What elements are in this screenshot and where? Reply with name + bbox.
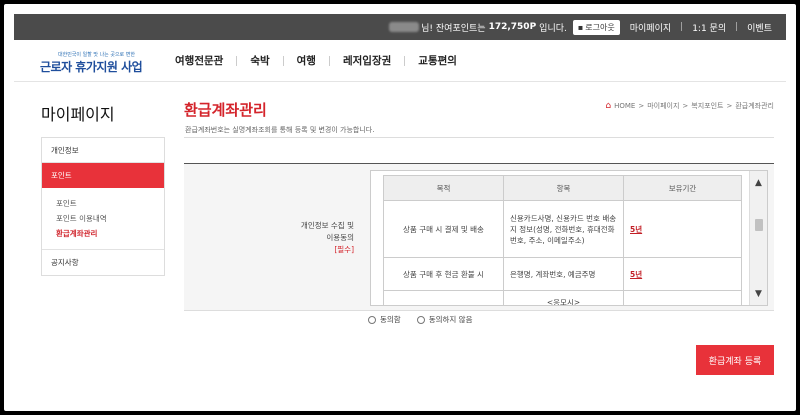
sidebar-subitem-points[interactable]: 포인트 xyxy=(56,198,164,209)
gnb-menu: 여행전문관 숙박 여행 레저입장권 교통편의 xyxy=(162,53,470,68)
logout-button[interactable]: ▪ 로그아웃 xyxy=(572,19,620,35)
chevron-up-icon[interactable]: ▲ xyxy=(750,174,767,191)
table-cell-purpose xyxy=(383,290,504,305)
agree-radio[interactable] xyxy=(368,315,376,324)
event-link[interactable]: 이벤트 xyxy=(747,21,772,34)
breadcrumb-mypage[interactable]: 마이페이지 xyxy=(647,101,679,111)
register-refund-account-button[interactable]: 환급계좌 등록 xyxy=(696,345,774,375)
greeting-text: 님! 잔여포인트는 xyxy=(421,23,486,34)
consent-label-line2: 이용동의 xyxy=(326,232,354,242)
lock-icon: ▪ xyxy=(577,22,584,32)
masked-username xyxy=(389,22,420,32)
required-badge: [필수] xyxy=(334,244,354,254)
privacy-consent-section: 개인정보 수집 및 이용동의 [필수] 목적 항목 보유기간 상품 구매 시 결… xyxy=(184,164,774,311)
consent-table: 목적 항목 보유기간 상품 구매 시 결제 및 배송 신용카드사명, 신용카드 … xyxy=(383,175,742,305)
page-description: 환급계좌번호는 실명계좌조회를 통해 등록 및 변경이 가능합니다. xyxy=(185,126,375,134)
page-title: 환급계좌관리 xyxy=(184,101,267,119)
mypage-link[interactable]: 마이페이지 xyxy=(630,21,671,34)
table-cell-period xyxy=(623,290,742,305)
divider xyxy=(184,137,774,138)
divider: | xyxy=(680,22,684,32)
column-header-items: 항목 xyxy=(503,175,624,201)
column-header-period: 보유기간 xyxy=(623,175,742,201)
consent-radio-group: 동의함 동의하지 않음 xyxy=(368,314,485,325)
sidebar-submenu: 포인트 포인트 이용내역 환급계좌관리 xyxy=(42,188,164,250)
consent-label: 개인정보 수집 및 이용동의 [필수] xyxy=(184,164,360,311)
logo-name: 근로자 휴가지원 사업 xyxy=(40,59,143,74)
points-balance: 172,750P xyxy=(488,22,537,32)
table-cell-items: 은행명, 계좌번호, 예금주명 xyxy=(503,257,624,291)
chevron-right-icon: > xyxy=(638,102,645,110)
nav-item-transport[interactable]: 교통편의 xyxy=(405,53,470,68)
breadcrumb: ⌂ HOME > 마이페이지 > 복지포인트 > 환급계좌관리 xyxy=(605,101,774,111)
chevron-down-icon[interactable]: ▼ xyxy=(750,285,767,302)
points-suffix: 입니다. xyxy=(539,23,567,34)
nav-item-leisure-tickets[interactable]: 레저입장권 xyxy=(330,53,404,68)
logo-tagline: 대한민국이 일할 맛 나는 곳으로 변한 xyxy=(58,51,135,58)
inquiry-link[interactable]: 1:1 문의 xyxy=(692,21,726,34)
table-cell-purpose: 상품 구매 후 현금 환불 시 xyxy=(383,257,504,291)
sidebar-item-notices[interactable]: 공지사항 xyxy=(42,250,164,275)
nav-item-lodging[interactable]: 숙박 xyxy=(237,53,282,68)
divider: | xyxy=(735,22,739,32)
nav-item-travel[interactable]: 여행 xyxy=(284,53,329,68)
sidebar-item-personal-info[interactable]: 개인정보 xyxy=(42,138,164,163)
logout-label: 로그아웃 xyxy=(585,22,615,32)
breadcrumb-welfare-points[interactable]: 복지포인트 xyxy=(691,101,723,111)
page-frame: 님! 잔여포인트는 172,750P 입니다. ▪ 로그아웃 마이페이지 | 1… xyxy=(4,4,796,411)
table-cell-purpose: 상품 구매 시 결제 및 배송 xyxy=(383,200,504,258)
table-cell-items: 신용카드사명, 신용카드 번호 배송지 정보(성명, 전화번호, 휴대전화번호,… xyxy=(503,200,624,258)
disagree-label[interactable]: 동의하지 않음 xyxy=(429,314,473,325)
consent-label-line1: 개인정보 수집 및 xyxy=(300,220,354,230)
top-utility-bar: 님! 잔여포인트는 172,750P 입니다. ▪ 로그아웃 마이페이지 | 1… xyxy=(14,14,786,40)
table-cell-period: 5년 xyxy=(623,200,742,258)
sidebar-menu: 개인정보 포인트 포인트 포인트 이용내역 환급계좌관리 공지사항 xyxy=(41,137,165,276)
nav-item-travel-specialty[interactable]: 여행전문관 xyxy=(162,53,236,68)
vertical-scrollbar[interactable]: ▲ ▼ xyxy=(749,171,767,305)
main-navigation: 대한민국이 일할 맛 나는 곳으로 변한 근로자 휴가지원 사업 여행전문관 숙… xyxy=(14,40,786,82)
table-row: 상품 구매 후 현금 환불 시 은행명, 계좌번호, 예금주명 5년 xyxy=(383,257,742,291)
disagree-radio[interactable] xyxy=(416,315,425,324)
table-row: 상품 구매 시 결제 및 배송 신용카드사명, 신용카드 번호 배송지 정보(성… xyxy=(383,200,742,258)
column-header-purpose: 목적 xyxy=(383,175,504,201)
table-cell-period: 5년 xyxy=(623,257,742,291)
agree-label[interactable]: 동의함 xyxy=(380,314,401,325)
breadcrumb-current: 환급계좌관리 xyxy=(735,102,774,110)
breadcrumb-home[interactable]: HOME xyxy=(614,102,635,110)
table-row: <응모시> xyxy=(383,290,742,305)
scrollbar-thumb[interactable] xyxy=(755,219,763,231)
table-cell-items: <응모시> xyxy=(503,290,624,305)
sidebar-title: 마이페이지 xyxy=(41,105,115,124)
home-icon: ⌂ xyxy=(605,101,612,111)
sidebar-subitem-refund-account[interactable]: 환급계좌관리 xyxy=(56,228,164,239)
chevron-right-icon: > xyxy=(682,102,689,110)
site-logo[interactable]: 대한민국이 일할 맛 나는 곳으로 변한 근로자 휴가지원 사업 xyxy=(38,47,156,75)
sidebar-item-points[interactable]: 포인트 xyxy=(42,163,164,188)
sidebar-subitem-points-history[interactable]: 포인트 이용내역 xyxy=(56,213,164,224)
consent-terms-scrollbox[interactable]: 목적 항목 보유기간 상품 구매 시 결제 및 배송 신용카드사명, 신용카드 … xyxy=(370,170,768,306)
chevron-right-icon: > xyxy=(726,102,733,110)
